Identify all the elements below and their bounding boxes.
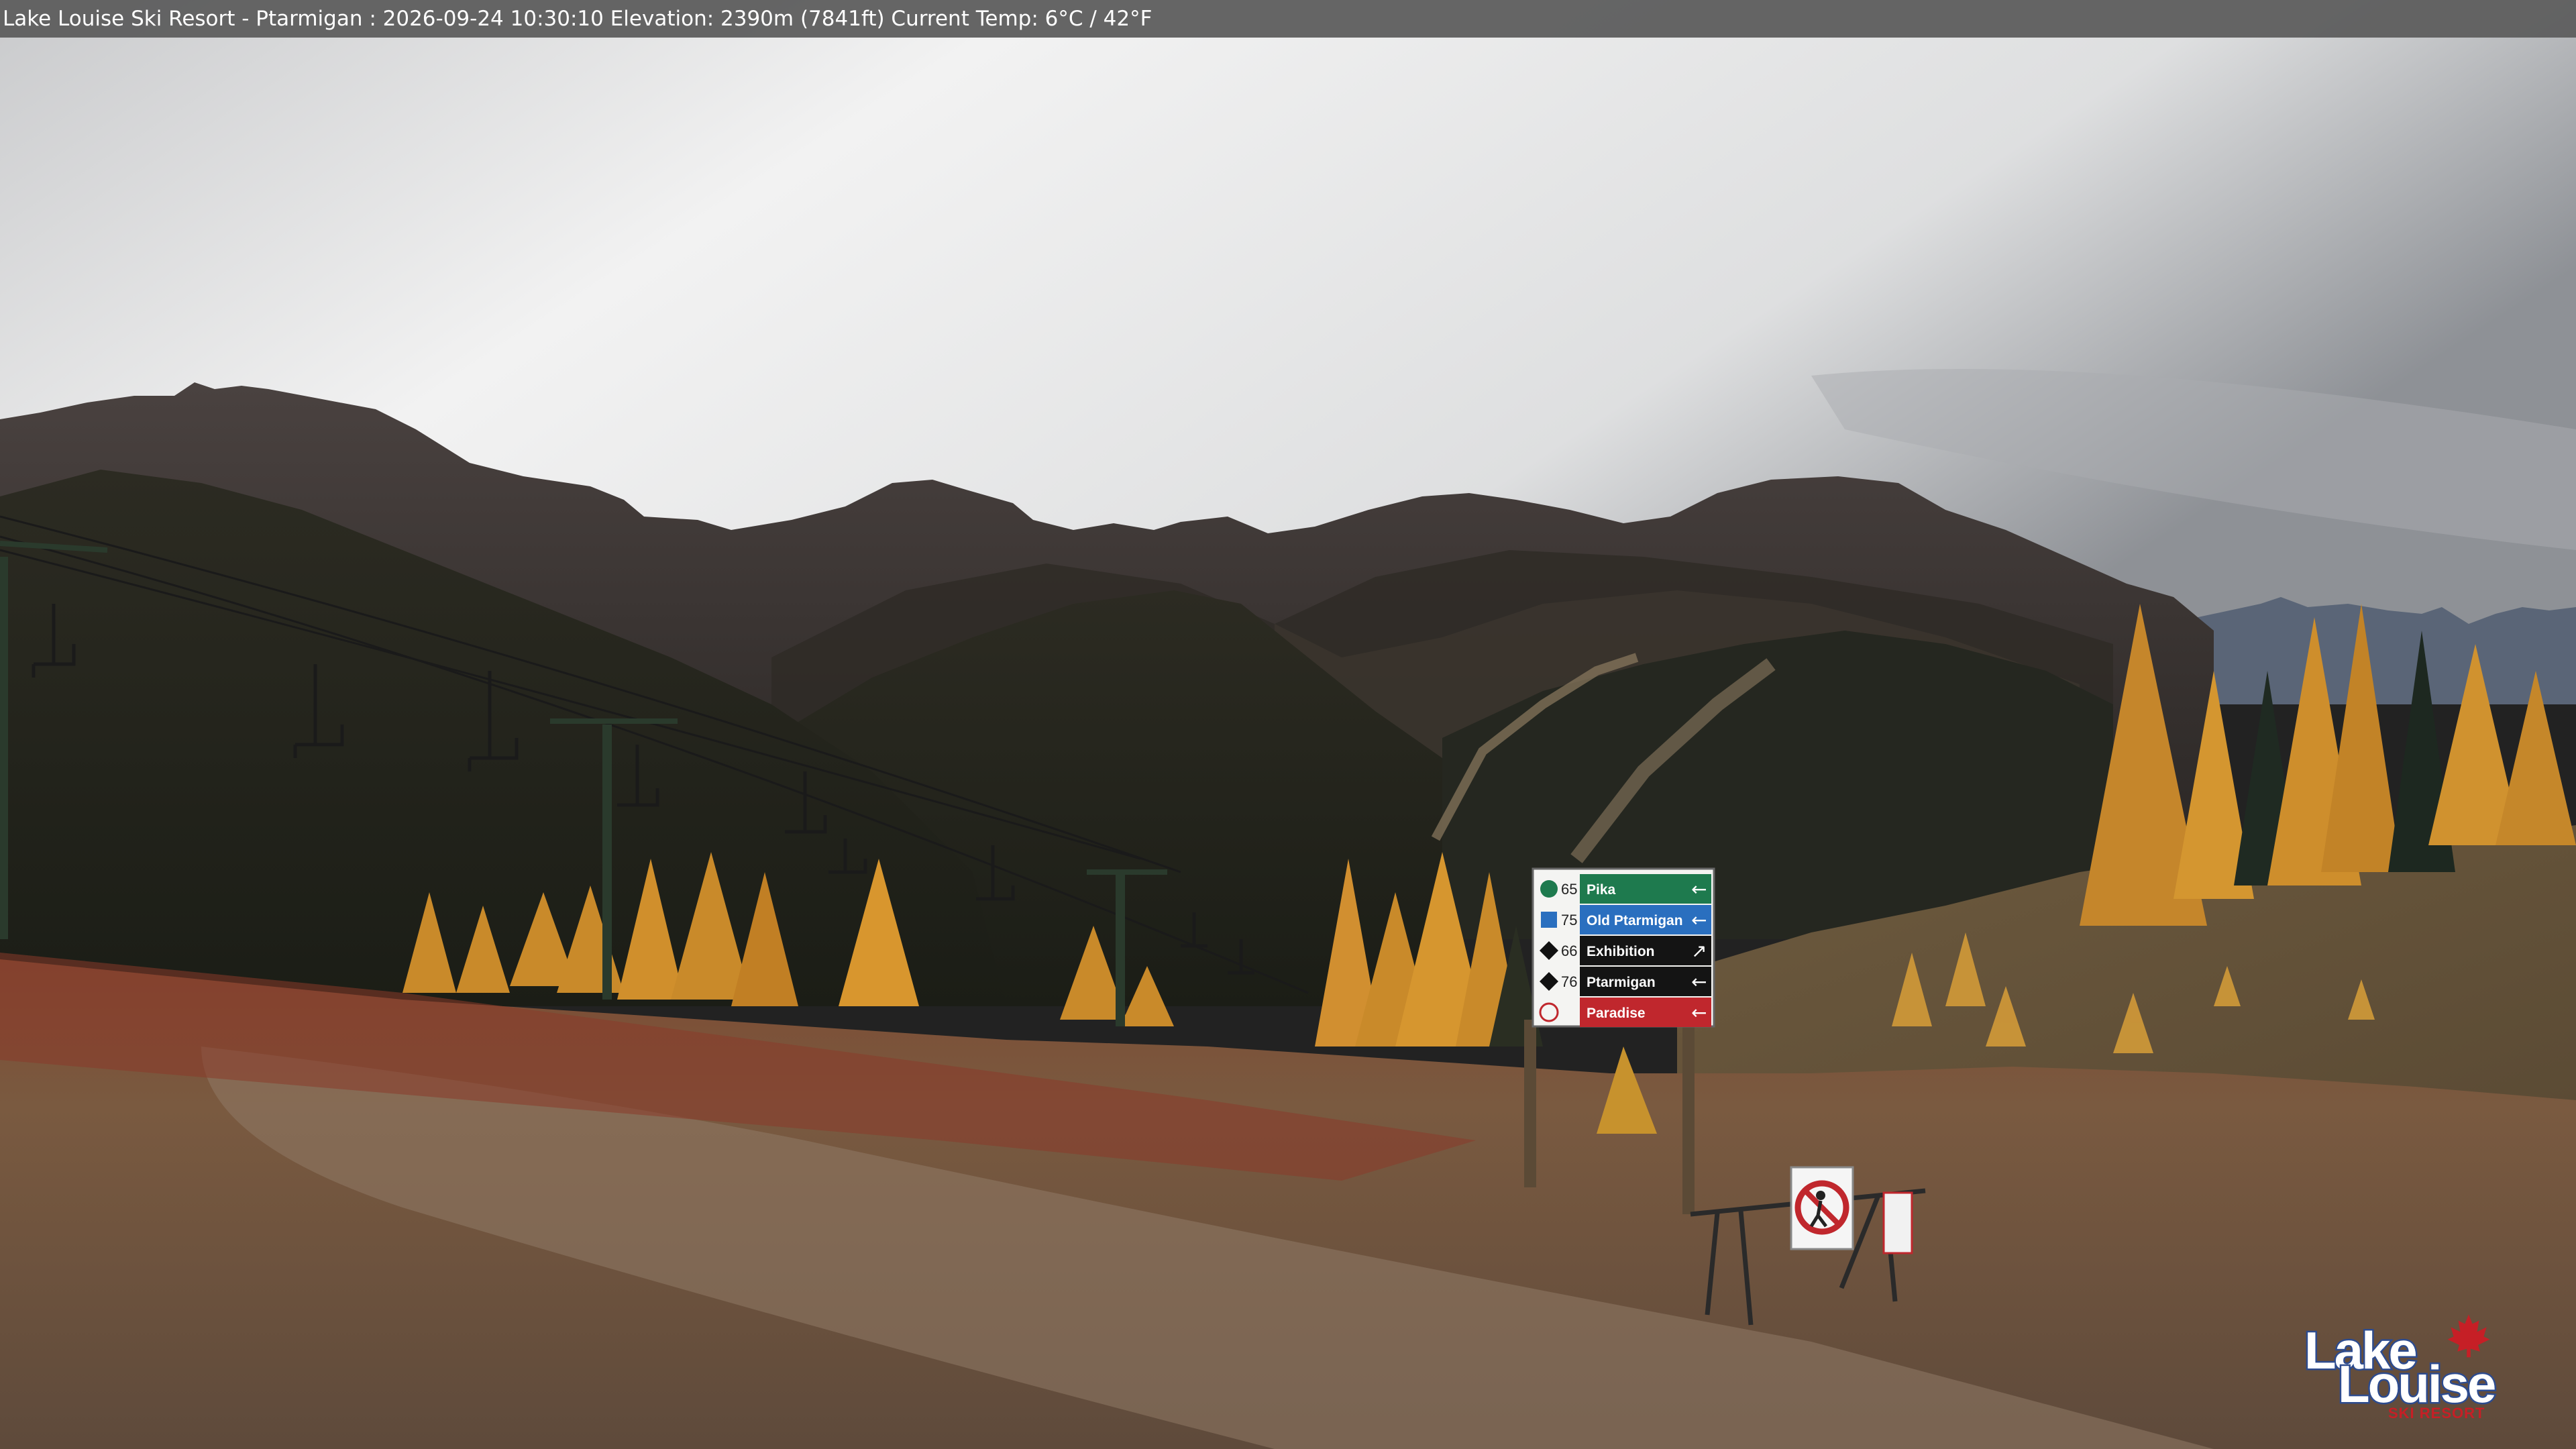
webcam-caption: Lake Louise Ski Resort - Ptarmigan : 202…: [0, 0, 2576, 38]
blue-square-icon: [1541, 912, 1557, 928]
webcam-scene: 65 Pika ← 75 Old Ptarmigan ← 66 Exhibition ↗ 76 Pt…: [0, 0, 2576, 1449]
trail-number: 76: [1561, 973, 1577, 990]
trail-arrow-icon: ←: [1691, 971, 1707, 993]
trail-name: Exhibition: [1587, 944, 1655, 959]
trail-name: Paradise: [1587, 1006, 1646, 1021]
trail-name: Old Ptarmigan: [1587, 913, 1683, 928]
green-circle-icon: [1540, 880, 1558, 898]
closure-notice: [1882, 1191, 1913, 1254]
trail-arrow-icon: ↗: [1691, 940, 1707, 962]
maple-leaf-icon: [2447, 1314, 2490, 1358]
trail-arrow-icon: ←: [1691, 1002, 1707, 1024]
trail-number: 65: [1561, 881, 1577, 898]
no-hiking-sign: [1790, 1166, 1854, 1250]
trail-number: 66: [1561, 943, 1577, 959]
trail-name: Ptarmigan: [1587, 975, 1656, 990]
lake-louise-logo: Lake Louise SKI RESORT: [2303, 1314, 2499, 1428]
trail-name: Pika: [1587, 882, 1616, 898]
trail-arrow-icon: ←: [1691, 878, 1707, 900]
logo-tagline: SKI RESORT: [2388, 1405, 2485, 1421]
trail-arrow-icon: ←: [1691, 909, 1707, 931]
trail-number: 75: [1561, 912, 1577, 928]
